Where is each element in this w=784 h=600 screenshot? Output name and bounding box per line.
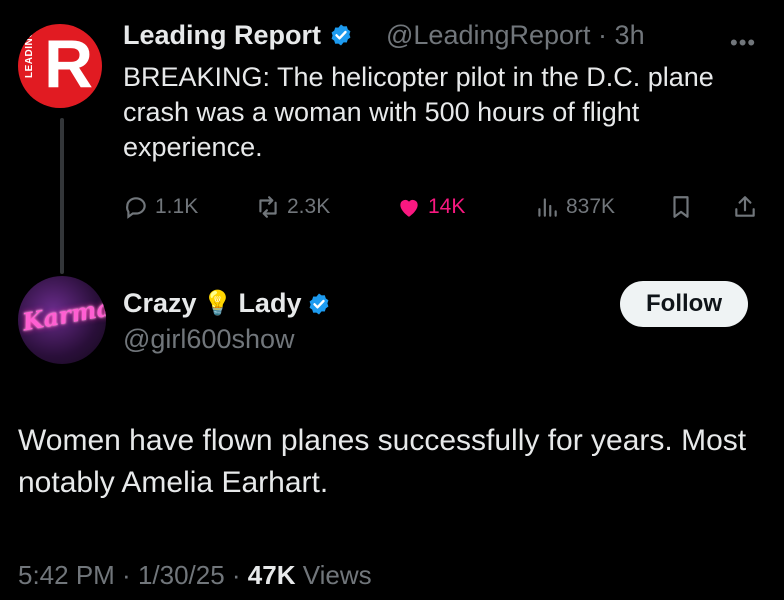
tweet-time: 3h (614, 20, 645, 50)
views-button[interactable]: 837K (534, 190, 615, 224)
views-count: 837K (566, 195, 616, 218)
separator-dot: · (224, 560, 248, 590)
views-label: Views (302, 560, 372, 590)
separator-dot: · (114, 560, 138, 590)
lightbulb-icon: 💡 (202, 290, 233, 317)
tweet-date[interactable]: 1/30/25 (138, 560, 225, 590)
thread-line (60, 118, 64, 274)
repost-count: 2.3K (287, 195, 331, 218)
tweet-text: Women have flown planes successfully for… (18, 424, 747, 499)
like-button[interactable]: 14K (396, 190, 465, 224)
bookmark-button[interactable] (668, 190, 694, 224)
verified-badge-icon (310, 293, 329, 314)
author-handle[interactable]: @LeadingReport · 3h (386, 20, 645, 51)
share-icon (735, 196, 755, 217)
reply-icon (126, 197, 146, 219)
heart-icon (400, 199, 418, 217)
author-name[interactable]: Leading Report (123, 20, 353, 51)
avatar-neon-text: Karma (20, 292, 106, 337)
follow-button[interactable]: Follow (620, 281, 748, 327)
author-handle[interactable]: @girl600show (123, 324, 295, 355)
tweet-text: BREAKING: The helicopter pilot in the D.… (123, 62, 714, 162)
tweet-meta: 5:42 PM · 1/30/25 · 47K Views (18, 560, 372, 591)
views-chart-icon (538, 198, 557, 217)
avatar-logo-letter: R (44, 26, 94, 102)
author-name[interactable]: Crazy 💡 Lady (123, 288, 331, 319)
like-count: 14K (428, 195, 466, 218)
views-count: 47K (247, 560, 296, 590)
reply-count: 1.1K (155, 195, 199, 218)
repost-button[interactable]: 2.3K (255, 190, 330, 224)
avatar-logo-text: LEADING (24, 29, 35, 79)
handle-text: @LeadingReport (386, 20, 591, 50)
author-name-part1: Crazy (123, 288, 197, 318)
reply-button[interactable]: 1.1K (123, 190, 198, 224)
verified-badge-icon (331, 24, 350, 46)
author-name-text: Leading Report (123, 20, 322, 50)
avatar[interactable]: R LEADING (18, 24, 102, 108)
tweet-time[interactable]: 5:42 PM (18, 560, 115, 590)
bookmark-icon (673, 196, 689, 218)
more-options-icon[interactable]: ••• (730, 30, 756, 56)
share-button[interactable] (732, 190, 758, 224)
separator-dot: · (590, 20, 615, 50)
repost-icon (259, 196, 277, 218)
author-name-part2: Lady (238, 288, 302, 318)
avatar[interactable]: Karma (18, 276, 106, 364)
